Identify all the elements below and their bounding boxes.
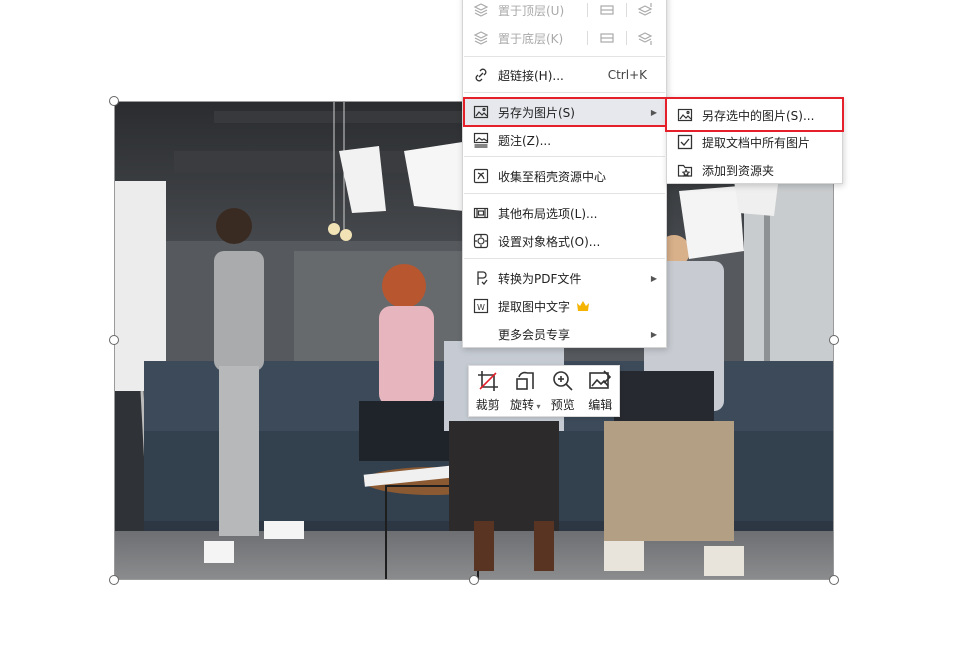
bring-to-front-icon [472,1,490,19]
menu-item-label: 超链接(H)... [498,68,564,83]
crop-label: 裁剪 [475,398,500,412]
menu-item-more-member-features[interactable]: 更多会员专享 ▶ [464,320,665,348]
menu-item-label: 另存为图片(S) [498,105,575,120]
context-menu: 置于顶层(U) 置于底层(K) 超链接(H)... Ctrl+K 另存为图片(S… [462,0,667,348]
menu-item-collect-to-resource-center[interactable]: 收集至稻壳资源中心 [464,162,665,190]
collect-icon [472,167,490,185]
edit-label: 编辑 [588,398,613,412]
resize-handle-left[interactable] [109,335,119,345]
convert-pdf-icon [472,269,490,287]
preview-button[interactable]: 预览 [545,369,581,413]
submenu-item-label: 提取文档中所有图片 [702,135,811,150]
save-as-image-icon [472,103,490,121]
save-selected-image-icon [676,106,694,124]
rotate-icon [516,371,535,390]
resize-handle-bottom[interactable] [469,575,479,585]
menu-item-layout-options[interactable]: 其他布局选项(L)... [464,199,665,227]
layout-options-icon [472,204,490,222]
menu-item-label: 转换为PDF文件 [498,271,582,286]
resize-handle-top-left[interactable] [109,96,119,106]
menu-item-send-to-back[interactable]: 置于底层(K) [464,24,665,52]
submenu-item-save-selected-image[interactable]: 另存选中的图片(S)... [668,101,841,129]
menu-separator [464,156,665,157]
menu-item-label: 其他布局选项(L)... [498,206,598,221]
submenu-arrow-icon: ▶ [650,273,657,283]
layer-up-icon[interactable] [637,2,655,18]
resize-handle-bottom-right[interactable] [829,575,839,585]
menu-item-label: 置于顶层(U) [498,3,565,18]
edit-button[interactable]: 编辑 [582,369,618,413]
format-object-icon [472,232,490,250]
add-to-resources-icon [676,161,694,179]
menu-item-label: 设置对象格式(O)... [498,234,601,249]
menu-separator [464,92,665,93]
menu-item-label: 更多会员专享 [498,327,571,342]
crop-button[interactable]: 裁剪 [470,369,506,413]
menu-item-hyperlink[interactable]: 超链接(H)... Ctrl+K [464,61,665,89]
menu-item-label: 题注(Z)... [498,133,552,148]
extract-text-icon: W [472,297,490,315]
submenu-arrow-icon: ▶ [650,107,657,117]
preview-label: 预览 [550,398,575,412]
hyperlink-shortcut: Ctrl+K [607,68,647,82]
submenu-item-add-to-resources[interactable]: 添加到资源夹 [668,156,841,184]
save-as-image-submenu: 另存选中的图片(S)... 提取文档中所有图片 添加到资源夹 [666,97,843,184]
menu-item-caption[interactable]: 题注(Z)... [464,126,665,154]
layer-down-icon[interactable] [637,30,655,46]
rotate-dropdown-icon[interactable]: ▾ [534,402,541,411]
menu-item-save-as-image[interactable]: 另存为图片(S) ▶ [464,98,665,126]
menu-item-extract-text[interactable]: W 提取图中文字 [464,292,665,320]
submenu-item-label: 另存选中的图片(S)... [702,108,815,123]
picture-toolbar: 裁剪 旋转 ▾ 预览 编辑 [468,365,620,417]
menu-separator [464,258,665,259]
menu-item-label: 收集至稻壳资源中心 [498,169,607,184]
menu-separator [464,193,665,194]
extract-all-images-icon [676,133,694,151]
submenu-arrow-icon: ▶ [650,329,657,339]
resize-handle-bottom-left[interactable] [109,575,119,585]
svg-text:W: W [477,303,485,312]
send-to-back-icon [472,29,490,47]
crown-icon [576,300,590,312]
rotate-label: 旋转 [509,398,534,412]
layer-tools [587,2,655,18]
layer-tools [587,30,655,46]
submenu-item-extract-all-images[interactable]: 提取文档中所有图片 [668,128,841,156]
crop-icon [477,371,498,391]
menu-item-label: 提取图中文字 [498,299,571,314]
rotate-button[interactable]: 旋转 ▾ [507,369,543,413]
edit-image-icon [589,370,612,389]
menu-separator [464,56,665,57]
zoom-preview-icon [552,371,573,391]
hyperlink-icon [472,66,490,84]
menu-item-convert-to-pdf[interactable]: 转换为PDF文件 ▶ [464,264,665,292]
resize-handle-right[interactable] [829,335,839,345]
send-backward-icon[interactable] [598,30,616,46]
submenu-item-label: 添加到资源夹 [702,163,775,178]
menu-item-label: 置于底层(K) [498,31,564,46]
menu-item-bring-to-front[interactable]: 置于顶层(U) [464,0,665,24]
caption-icon [472,131,490,149]
menu-item-format-object[interactable]: 设置对象格式(O)... [464,227,665,255]
bring-forward-icon[interactable] [598,2,616,18]
